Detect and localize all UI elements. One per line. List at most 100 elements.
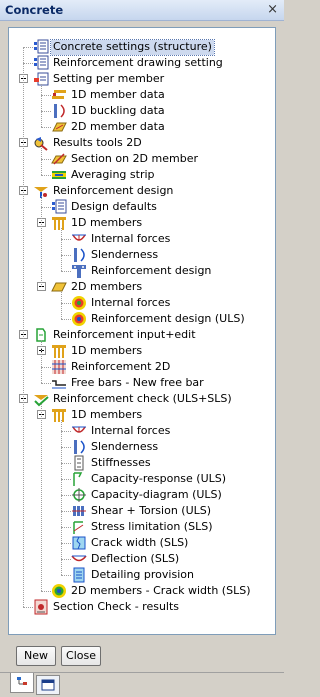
tree-item[interactable]: Crack width (SLS)	[9, 535, 275, 551]
new-button[interactable]: New	[16, 646, 56, 666]
tree-item[interactable]: Slenderness	[9, 439, 275, 455]
tree-connector	[41, 340, 42, 383]
buckling-data-icon	[54, 104, 65, 118]
close-icon[interactable]: ×	[267, 2, 278, 17]
detailing-provision-icon	[73, 567, 85, 583]
tree-item[interactable]: Section Check - results	[9, 599, 275, 615]
tree-item[interactable]: Results tools 2D	[9, 135, 275, 151]
tree-connector	[41, 148, 42, 175]
tree-connector	[61, 228, 62, 271]
tree-item[interactable]: Internal forces	[9, 295, 275, 311]
reinforcement-2d-icon	[52, 360, 66, 374]
tree-item-label: Capacity-diagram (ULS)	[91, 488, 222, 501]
settings-sheet-icon	[34, 55, 49, 70]
tree-item-label: Stiffnesses	[91, 456, 151, 469]
title-bar: Concrete ×	[0, 0, 284, 21]
section-2d-icon	[51, 153, 67, 165]
tree-item-label: 2D members	[71, 280, 143, 293]
tree-item-label: Capacity-response (ULS)	[91, 472, 227, 485]
tree-item[interactable]: 2D members	[9, 279, 275, 295]
tree-item[interactable]: Capacity-response (ULS)	[9, 471, 275, 487]
tree-item[interactable]: Reinforcement drawing setting	[9, 55, 275, 71]
tree-item[interactable]: Internal forces	[9, 231, 275, 247]
tab-tree-view[interactable]	[10, 673, 34, 693]
tree-item-label: Concrete settings (structure)	[50, 39, 215, 56]
tree-item[interactable]: Reinforcement design (ULS)	[9, 311, 275, 327]
tree-item[interactable]: Averaging strip	[9, 167, 275, 183]
tree-item-label: Internal forces	[91, 232, 171, 245]
tree-item-label: Shear + Torsion (ULS)	[91, 504, 212, 517]
settings-sheet-icon	[34, 39, 49, 54]
tree-item-label: Reinforcement design (ULS)	[91, 312, 245, 325]
tree-item-label: Setting per member	[53, 72, 165, 85]
members-2d-crack-icon	[52, 584, 66, 598]
member-1d-data-icon	[52, 90, 66, 99]
tree-item[interactable]: Reinforcement design	[9, 263, 275, 279]
tree-item-label: 1D members	[71, 408, 143, 421]
tree-connector	[61, 420, 62, 575]
members-1d-icon	[52, 217, 66, 230]
tree-item[interactable]: Deflection (SLS)	[9, 551, 275, 567]
tree-item-label: Reinforcement design	[91, 264, 212, 277]
tab-window[interactable]	[36, 675, 60, 695]
tree-item[interactable]: Concrete settings (structure)	[9, 39, 275, 56]
tree-connector	[61, 292, 62, 319]
members-2d-icon	[51, 282, 67, 292]
tree-item-label: Internal forces	[91, 296, 171, 309]
tree-item[interactable]: Stress limitation (SLS)	[9, 519, 275, 535]
tree-item[interactable]: Internal forces	[9, 423, 275, 439]
tree-item[interactable]: 1D member data	[9, 87, 275, 103]
tree-item[interactable]: 1D members	[9, 407, 275, 423]
window-tab-icon	[41, 679, 55, 691]
tree-item[interactable]: Reinforcement design	[9, 183, 275, 199]
tree-item[interactable]: Detailing provision	[9, 567, 275, 583]
tree-item-label: Results tools 2D	[53, 136, 142, 149]
slenderness-icon	[74, 440, 85, 454]
tree-item[interactable]: Reinforcement 2D	[9, 359, 275, 375]
tree-item[interactable]: Slenderness	[9, 247, 275, 263]
tree-item-label: 1D members	[71, 344, 143, 357]
tree-connector	[41, 196, 42, 287]
tree-item[interactable]: Stiffnesses	[9, 455, 275, 471]
tree-item[interactable]: Capacity-diagram (ULS)	[9, 487, 275, 503]
tree-item[interactable]: Reinforcement check (ULS+SLS)	[9, 391, 275, 407]
window-title: Concrete	[5, 3, 64, 17]
tree-item-label: Reinforcement check (ULS+SLS)	[53, 392, 232, 405]
tree-item[interactable]: Free bars - New free bar	[9, 375, 275, 391]
tree-item-label: Free bars - New free bar	[71, 376, 204, 389]
tree-item[interactable]: Section on 2D member	[9, 151, 275, 167]
tree-item[interactable]: Setting per member	[9, 71, 275, 87]
members-1d-icon	[52, 409, 66, 422]
tree-item[interactable]: Design defaults	[9, 199, 275, 215]
tree-item-label: Detailing provision	[91, 568, 194, 581]
deflection-icon	[71, 555, 87, 562]
tree-panel[interactable]: Concrete settings (structure) Reinforceme…	[8, 27, 276, 635]
members-1d-icon	[52, 345, 66, 358]
tree-item-label: Reinforcement design	[53, 184, 174, 197]
tree-item[interactable]: 1D buckling data	[9, 103, 275, 119]
tree-item-label: Slenderness	[91, 440, 159, 453]
tree-item-label: Deflection (SLS)	[91, 552, 180, 565]
tree-item-label: Design defaults	[71, 200, 157, 213]
slenderness-icon	[74, 248, 85, 262]
tree-item[interactable]: 1D members	[9, 343, 275, 359]
tree-item[interactable]: 1D members	[9, 215, 275, 231]
tree-connector	[23, 47, 24, 607]
tree-item[interactable]: Reinforcement input+edit	[9, 327, 275, 343]
tree-item-label: Reinforcement 2D	[71, 360, 171, 373]
shear-torsion-icon	[72, 506, 86, 516]
tree-item[interactable]: 2D member data	[9, 119, 275, 135]
free-bar-icon	[52, 380, 66, 389]
section-check-icon	[34, 599, 48, 615]
tree-item-label: 1D buckling data	[71, 104, 165, 117]
tree-connector	[41, 404, 42, 591]
tree-item[interactable]: 2D members - Crack width (SLS)	[9, 583, 275, 599]
member-2d-data-icon	[52, 122, 67, 132]
close-button[interactable]: Close	[61, 646, 101, 666]
tree-item-label: Crack width (SLS)	[91, 536, 189, 549]
tree-item-label: 2D members - Crack width (SLS)	[71, 584, 251, 597]
settings-sheet-icon	[52, 199, 67, 214]
crack-width-icon	[72, 536, 86, 550]
tree-item-label: 2D member data	[71, 120, 165, 133]
tree-item[interactable]: Shear + Torsion (ULS)	[9, 503, 275, 519]
